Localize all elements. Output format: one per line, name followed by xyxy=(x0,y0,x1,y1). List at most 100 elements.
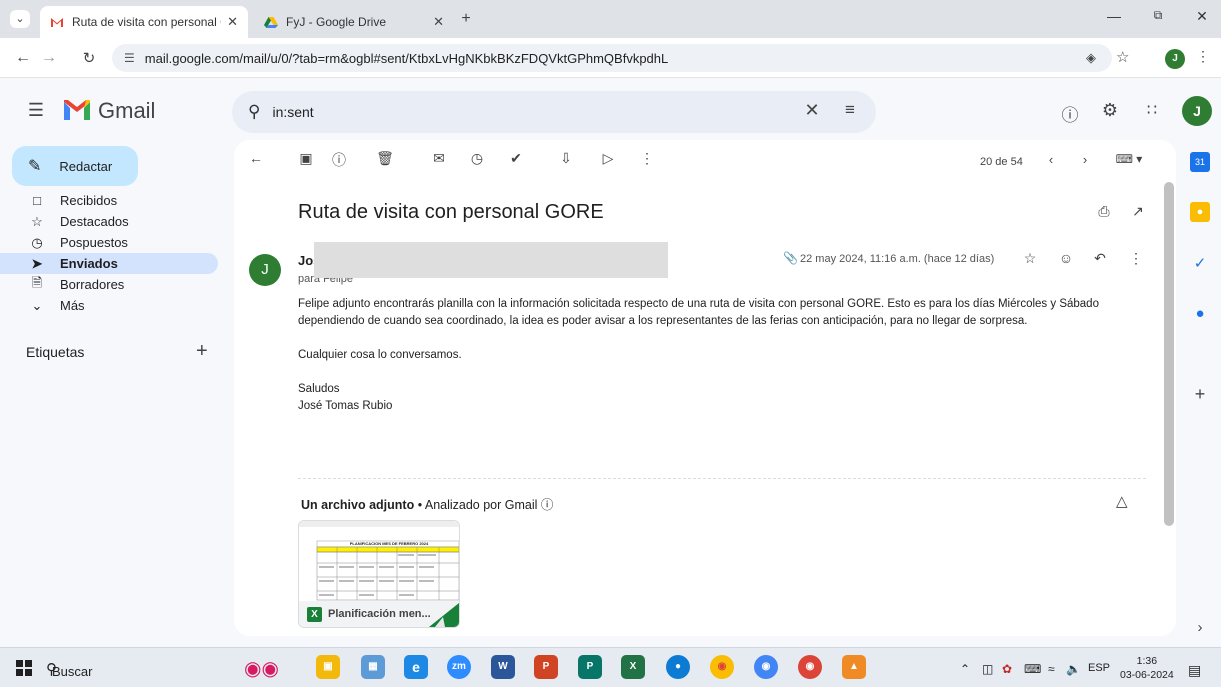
forward-arrow-icon[interactable]: → xyxy=(38,49,60,67)
older-chevron-right-icon[interactable]: › xyxy=(1074,152,1096,167)
snooze-icon[interactable]: ◷ xyxy=(466,150,488,167)
language-indicator[interactable]: ESP xyxy=(1088,662,1110,674)
zoom-icon[interactable]: zm xyxy=(447,655,471,679)
sidebar-item-snoozed[interactable]: ◷ Pospuestos xyxy=(0,232,218,253)
minimize-icon[interactable]: — xyxy=(1099,8,1129,24)
close-window-icon[interactable]: ✕ xyxy=(1187,8,1217,25)
word-icon[interactable]: W xyxy=(491,655,515,679)
gmail-logo-icon xyxy=(64,100,90,120)
compose-button[interactable]: ✎ Redactar xyxy=(12,146,138,186)
main-menu-icon[interactable]: ☰ xyxy=(24,100,48,121)
gmail-wordmark: Gmail xyxy=(98,98,156,123)
drive-favicon-icon xyxy=(264,17,278,28)
site-settings-icon[interactable]: ☰ xyxy=(124,51,135,65)
sender-avatar[interactable]: J xyxy=(249,254,281,286)
sidebar-item-more[interactable]: ⌄ Más xyxy=(0,295,218,316)
newer-chevron-left-icon[interactable]: ‹ xyxy=(1040,152,1062,167)
message-more-icon[interactable]: ⋮ xyxy=(1126,250,1146,267)
edge-icon[interactable]: ● xyxy=(666,655,690,679)
add-to-drive-icon[interactable]: △ xyxy=(1116,492,1128,510)
tab-drive[interactable]: FyJ - Google Drive ✕ xyxy=(254,6,454,38)
system-clock[interactable]: 1:36 03-06-2024 xyxy=(1120,654,1174,682)
tray-input-icon[interactable]: ⌨ xyxy=(1024,662,1041,676)
attachment-filename: Planificación men... xyxy=(328,608,431,620)
tab-search-chevron-icon[interactable]: ⌄ xyxy=(10,10,30,28)
sidebar-item-starred[interactable]: ☆ Destacados xyxy=(0,211,218,232)
report-spam-icon[interactable]: ⓘ xyxy=(328,150,350,170)
apps-grid-icon[interactable]: ∷ xyxy=(1140,100,1164,120)
sidebar-item-label: Recibidos xyxy=(60,193,118,208)
close-tab-icon[interactable]: ✕ xyxy=(433,14,444,30)
body-signature: Saludos José Tomas Rubio xyxy=(298,383,393,412)
sidebar-item-inbox[interactable]: □ Recibidos xyxy=(0,190,218,211)
sidebar-item-label: Borradores xyxy=(60,277,125,292)
print-icon[interactable]: ⎙ xyxy=(1093,203,1115,220)
message-scrollbar[interactable] xyxy=(1164,182,1174,526)
star-message-icon[interactable]: ☆ xyxy=(1020,250,1040,267)
restore-icon[interactable]: ⧉ xyxy=(1143,8,1173,23)
address-bar[interactable]: ☰ mail.google.com/mail/u/0/?tab=rm&ogbl#… xyxy=(112,44,1112,72)
browser-profile-avatar[interactable]: J xyxy=(1165,49,1185,69)
input-tools-keyboard-icon[interactable]: ⌨ ▾ xyxy=(1112,152,1146,166)
delete-icon[interactable]: 🗑 xyxy=(374,150,396,167)
settings-gear-icon[interactable]: ⚙ xyxy=(1098,100,1122,121)
search-icon[interactable]: ⚲ xyxy=(248,102,260,122)
extension-icon[interactable]: ◈ xyxy=(1086,50,1096,66)
mail-search-input[interactable]: ⚲ in:sent xyxy=(232,91,876,133)
volume-muted-icon[interactable]: 🔈 xyxy=(1066,662,1081,676)
chrome-icon[interactable]: ◉ xyxy=(710,655,734,679)
browser-menu-icon[interactable]: ⋮ xyxy=(1196,48,1210,65)
control-panel-icon[interactable]: ▦ xyxy=(361,655,385,679)
internet-explorer-icon[interactable]: e xyxy=(404,655,428,679)
powerpoint-icon[interactable]: P xyxy=(534,655,558,679)
taskbar-search-label[interactable]: Buscar xyxy=(52,664,92,679)
tab-title: Ruta de visita con personal GORE xyxy=(72,15,221,29)
back-to-list-icon[interactable]: ← xyxy=(245,150,267,166)
wifi-icon[interactable]: ≈ xyxy=(1048,662,1055,676)
bicycle-widget-icon[interactable]: ◉◉ xyxy=(244,656,279,681)
tasks-icon[interactable]: ✓ xyxy=(1190,254,1210,274)
file-explorer-icon[interactable]: ▣ xyxy=(316,655,340,679)
search-options-icon[interactable]: ≡ xyxy=(838,100,862,120)
tray-app-icon[interactable]: ◫ xyxy=(982,662,993,676)
message-body: Felipe adjunto encontrarás planilla con … xyxy=(298,296,1108,432)
new-tab-icon[interactable]: + xyxy=(456,10,476,28)
calendar-icon[interactable]: 31 xyxy=(1190,152,1210,172)
move-to-icon[interactable]: ⇩ xyxy=(555,150,577,167)
account-avatar[interactable]: J xyxy=(1182,96,1212,126)
archive-icon[interactable]: ▣ xyxy=(295,150,317,167)
expand-side-panel-icon[interactable]: › xyxy=(1190,618,1210,638)
app-icon[interactable]: ▲ xyxy=(842,655,866,679)
open-new-window-icon[interactable]: ↗ xyxy=(1127,203,1149,220)
keep-icon[interactable]: ● xyxy=(1190,202,1210,222)
inbox-icon: □ xyxy=(33,193,41,208)
excel-icon[interactable]: X xyxy=(621,655,645,679)
sidebar-item-drafts[interactable]: 🗎 Borradores xyxy=(0,274,218,295)
tray-app-icon[interactable]: ✿ xyxy=(1002,662,1012,676)
clear-search-icon[interactable]: ✕ xyxy=(800,100,824,121)
add-label-icon[interactable]: + xyxy=(196,340,208,363)
tab-gmail[interactable]: Ruta de visita con personal GORE ✕ xyxy=(40,6,248,38)
windows-start-icon[interactable] xyxy=(16,660,32,676)
more-actions-icon[interactable]: ⋮ xyxy=(636,150,658,167)
help-icon[interactable]: ⓘ xyxy=(1058,101,1082,126)
bookmark-star-icon[interactable]: ☆ xyxy=(1116,48,1129,66)
reply-icon[interactable]: ↶ xyxy=(1090,250,1110,267)
chrome-profile-icon[interactable]: ◉ xyxy=(798,655,822,679)
show-hidden-icons-icon[interactable]: ⌃ xyxy=(960,662,970,676)
notifications-icon[interactable]: ▤ xyxy=(1188,662,1201,679)
contacts-icon[interactable]: ● xyxy=(1190,304,1210,324)
close-tab-icon[interactable]: ✕ xyxy=(227,14,238,30)
sidebar-item-sent[interactable]: ➤ Enviados xyxy=(0,253,218,274)
back-arrow-icon[interactable]: ← xyxy=(12,49,34,67)
publisher-icon[interactable]: P xyxy=(578,655,602,679)
mark-unread-icon[interactable]: ✉ xyxy=(428,150,450,167)
attachment-card[interactable]: PLANIFICACION MES DE FEBRERO 2024 X Plan… xyxy=(298,520,460,628)
reload-icon[interactable]: ↻ xyxy=(78,49,100,67)
chrome-profile-icon[interactable]: ◉ xyxy=(754,655,778,679)
add-task-icon[interactable]: ✔ xyxy=(505,150,527,167)
emoji-reaction-icon[interactable]: ☺ xyxy=(1056,250,1076,266)
info-icon[interactable]: ⓘ xyxy=(541,498,554,512)
get-addons-icon[interactable]: + xyxy=(1190,384,1210,404)
label-icon[interactable]: ▷ xyxy=(597,150,619,167)
